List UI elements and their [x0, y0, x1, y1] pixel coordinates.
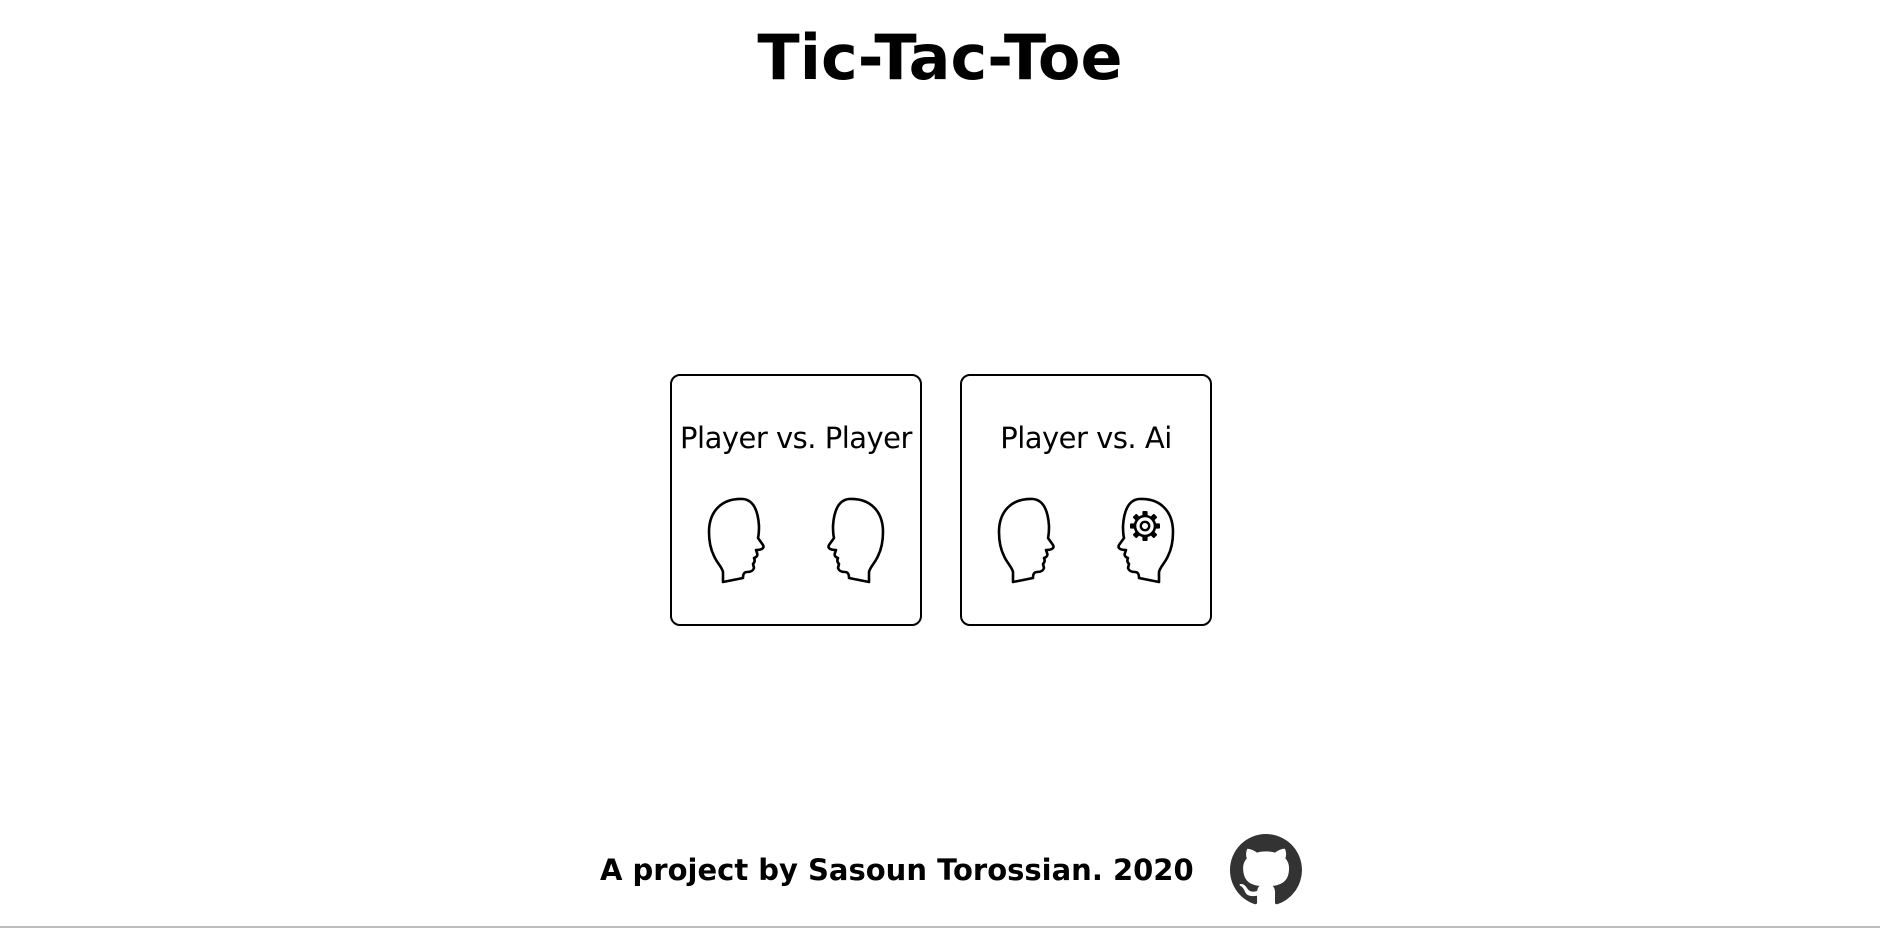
head-profile-right-icon	[707, 497, 765, 584]
player-vs-player-icons	[672, 496, 920, 584]
head-profile-left-icon	[827, 497, 885, 584]
player-vs-ai-button[interactable]: Player vs. Ai	[960, 374, 1212, 626]
game-mode-selector: Player vs. Player Player vs. Ai	[670, 374, 1212, 626]
page: Tic-Tac-Toe Player vs. Player Player vs.…	[0, 0, 1880, 928]
head-profile-right-icon	[997, 497, 1055, 584]
github-icon[interactable]	[1229, 834, 1302, 906]
page-title: Tic-Tac-Toe	[757, 21, 1123, 94]
player-vs-ai-icons	[962, 496, 1210, 584]
footer: A project by Sasoun Torossian. 2020	[600, 834, 1302, 906]
player-vs-ai-label: Player vs. Ai	[1000, 421, 1172, 455]
player-vs-player-label: Player vs. Player	[680, 421, 912, 455]
gear-icon	[1130, 511, 1160, 541]
player-vs-player-button[interactable]: Player vs. Player	[670, 374, 922, 626]
ai-head-gear-icon	[1117, 497, 1175, 584]
footer-credit: A project by Sasoun Torossian. 2020	[600, 853, 1194, 887]
